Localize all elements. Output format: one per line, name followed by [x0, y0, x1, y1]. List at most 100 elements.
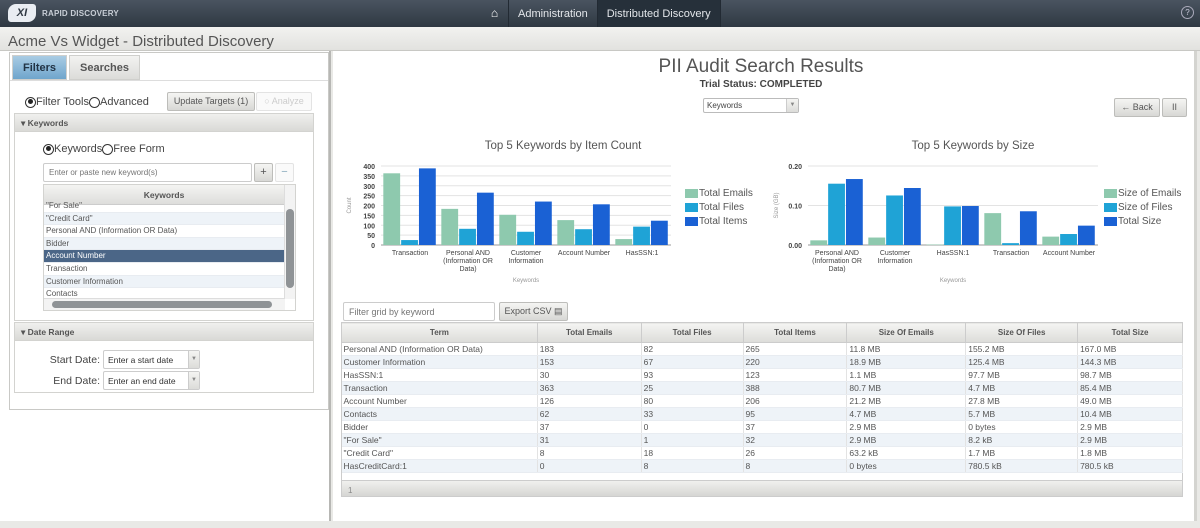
column-header[interactable]: Size Of Emails [846, 322, 967, 343]
bar-size-of-emails [1042, 236, 1060, 245]
x-tick-label: HasSSN:1 [937, 250, 970, 257]
table-cell: 2.9 MB [1077, 433, 1183, 447]
update-targets-button[interactable]: Update Targets (1) [167, 92, 255, 111]
x-tick-label: Transaction [993, 250, 1029, 257]
nav-tab-distributed-discovery[interactable]: Distributed Discovery [597, 0, 721, 27]
legend-item[interactable]: Total Size [1104, 214, 1181, 228]
filter-tools-label: Filter Tools [36, 96, 89, 108]
scroll-thumb[interactable] [52, 301, 272, 308]
bar-size-of-emails [926, 244, 944, 246]
add-keyword-button[interactable]: + [254, 163, 273, 182]
y-tick-label: 350 [363, 174, 375, 181]
view-select[interactable]: Keywords ▼ [703, 98, 799, 113]
table-row[interactable]: "For Sale" 31 1 32 2.9 MB 8.2 kB 2.9 MB [341, 433, 1183, 447]
legend-item[interactable]: Size of Emails [1104, 186, 1181, 200]
legend-item[interactable]: Total Items [685, 214, 753, 228]
table-cell: 30 [537, 368, 642, 382]
bar-size-of-files [1002, 243, 1019, 245]
advanced-radio[interactable] [88, 96, 100, 108]
grid-pager: 1 [341, 480, 1183, 497]
table-row[interactable]: HasCreditCard:1 0 8 8 0 bytes 780.5 kB 780.5 k… [341, 459, 1183, 473]
column-header[interactable]: Total Size [1077, 322, 1183, 343]
keyword-item[interactable]: Customer Information [44, 275, 284, 289]
keyword-item[interactable]: Personal AND (Information OR Data) [44, 225, 284, 238]
table-cell: "For Sale" [341, 433, 538, 447]
remove-keyword-button[interactable]: − [275, 163, 294, 182]
analyze-label: Analyze [271, 96, 304, 106]
table-cell: 37 [743, 420, 848, 434]
table-cell: 95 [743, 407, 848, 421]
bar-total-size [845, 179, 863, 245]
column-header[interactable]: Total Items [742, 322, 848, 343]
bar-total-items [592, 204, 610, 245]
pause-button[interactable]: II [1162, 98, 1187, 117]
grid-filter-input[interactable] [343, 302, 495, 321]
keywords-horizontal-scrollbar[interactable] [44, 298, 285, 310]
table-row[interactable]: Account Number 126 80 206 21.2 MB 27.8 MB 49.0… [341, 394, 1183, 408]
keywords-vertical-scrollbar[interactable] [284, 185, 295, 299]
page-number[interactable]: 1 [348, 486, 352, 495]
back-button[interactable]: ← Back [1114, 98, 1160, 117]
free-form-radio[interactable] [102, 143, 114, 155]
table-row[interactable]: Transaction 363 25 388 80.7 MB 4.7 MB 85.4 MB [341, 381, 1183, 395]
x-tick-label: Customer [511, 250, 542, 257]
item-count-chart: 0 50 100 150 200 250 300 350 400 Count Transaction… [347, 164, 671, 284]
tab-filters[interactable]: Filters [12, 55, 68, 80]
table-row[interactable]: Contacts 62 33 95 4.7 MB 5.7 MB 10.4 MB [341, 407, 1183, 421]
table-cell: HasSSN:1 [341, 368, 538, 382]
bar-total-files [575, 229, 592, 245]
analyze-button[interactable]: ○ Analyze [256, 92, 312, 111]
column-header[interactable]: Term [341, 322, 538, 343]
table-cell: 93 [641, 368, 744, 382]
filter-tools-radio[interactable] [25, 96, 36, 108]
keyword-input[interactable] [43, 163, 252, 182]
table-row[interactable]: Personal AND (Information OR Data) 183 82 2… [341, 342, 1183, 356]
size-chart: 0.00 0.10 0.20 Size (GB) Personal AND(Inform… [774, 164, 1098, 284]
keywords-section-title: Keywords [27, 118, 69, 128]
table-row[interactable]: HasSSN:1 30 93 123 1.1 MB 97.7 MB 98.7 MB [341, 368, 1183, 382]
keyword-item[interactable]: Bidder [44, 237, 284, 251]
table-cell: 153 [537, 355, 642, 369]
end-date-picker[interactable]: Enter an end date ▼ [103, 371, 200, 390]
table-row[interactable]: Customer Information 153 67 220 18.9 MB 125.4… [341, 355, 1183, 369]
keyword-item[interactable]: Transaction [44, 263, 284, 276]
legend-item[interactable]: Total Emails [685, 186, 753, 200]
table-cell: 123 [743, 368, 848, 382]
table-cell: 25 [641, 381, 744, 395]
y-tick-label: 0.10 [788, 204, 802, 211]
mode-radio-group: Filter Tools Advanced [25, 96, 149, 108]
column-header[interactable]: Total Files [640, 322, 744, 343]
tab-searches[interactable]: Searches [69, 55, 140, 80]
export-csv-button[interactable]: Export CSV ▤ [499, 302, 568, 321]
keywords-section-header[interactable]: ▾ Keywords [14, 113, 314, 132]
date-range-section-header[interactable]: ▾ Date Range [14, 322, 314, 341]
chevron-down-icon[interactable]: ▼ [188, 351, 199, 368]
home-icon[interactable]: ⌂ [481, 0, 509, 27]
legend-item[interactable]: Total Files [685, 200, 753, 214]
start-date-picker[interactable]: Enter a start date ▼ [103, 350, 200, 369]
bar-total-items [476, 192, 494, 245]
x-axis-label: Keywords [513, 278, 539, 284]
table-cell: 18.9 MB [846, 355, 967, 369]
table-cell: 1.7 MB [965, 446, 1079, 460]
y-tick-label: 150 [363, 213, 375, 220]
column-header[interactable]: Size Of Files [965, 322, 1079, 343]
nav-tab-administration[interactable]: Administration [509, 0, 598, 27]
lightbulb-icon: ○ [264, 96, 270, 106]
keyword-item[interactable]: "Credit Card" [44, 212, 284, 226]
table-row[interactable]: "Credit Card" 8 18 26 63.2 kB 1.7 MB 1.8 MB [341, 446, 1183, 460]
legend-swatch [1104, 216, 1117, 226]
table-row[interactable]: Bidder 37 0 37 2.9 MB 0 bytes 2.9 MB [341, 420, 1183, 434]
table-cell: 1.1 MB [846, 368, 967, 382]
chevron-down-icon[interactable]: ▼ [786, 99, 798, 112]
top-nav-bar: XI RAPID DISCOVERY ⌂ Administration Dist… [0, 0, 1200, 27]
table-cell: 167.0 MB [1077, 342, 1183, 356]
help-icon[interactable]: ? [1181, 6, 1194, 19]
keywords-radio[interactable] [43, 143, 54, 155]
column-header[interactable]: Total Emails [536, 322, 642, 343]
main-nav: ⌂ Administration Distributed Discovery [481, 0, 721, 27]
chevron-down-icon[interactable]: ▼ [188, 372, 199, 389]
scroll-thumb[interactable] [286, 209, 294, 288]
keyword-item-selected[interactable]: Account Number [44, 250, 284, 263]
legend-item[interactable]: Size of Files [1104, 200, 1181, 214]
